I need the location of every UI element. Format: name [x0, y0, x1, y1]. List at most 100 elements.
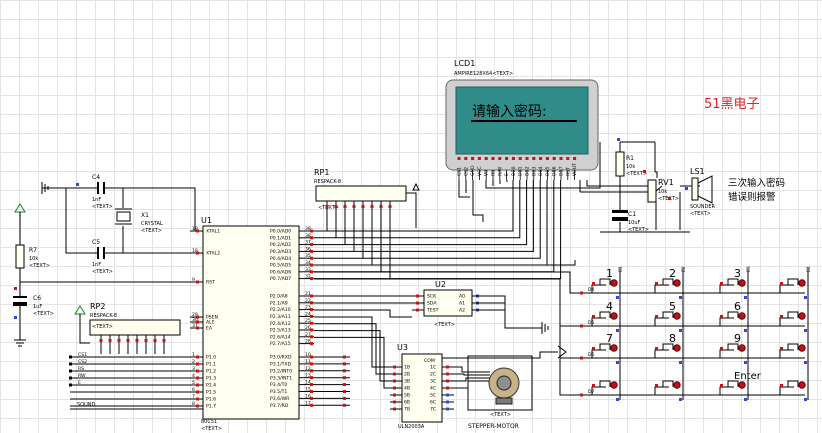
- brand-label: 51黑电子: [704, 97, 760, 112]
- u1-left-pin-name: P1.1: [206, 362, 216, 368]
- key-pin-marker: [679, 398, 682, 401]
- u3-pin-marker: [393, 365, 396, 369]
- key-label: Enter: [734, 371, 762, 382]
- u1-right-pin-name: P0.3/AD3: [270, 249, 291, 255]
- keypad-key[interactable]: Enter: [719, 371, 762, 401]
- u1-right-pin-name: P0.7/AD7: [270, 276, 291, 282]
- keypad-key[interactable]: 9: [719, 332, 747, 364]
- key-label: 5: [669, 300, 676, 313]
- keypad-key[interactable]: [779, 380, 807, 401]
- u1-left-pin-number: 6: [192, 387, 195, 393]
- u2-right-pin: A2: [459, 308, 465, 314]
- u1-pin-marker: [196, 369, 199, 373]
- lcd-pin-marker: [484, 157, 488, 160]
- u1-right-pin-name: P2.5/A13: [270, 328, 291, 334]
- keypad-key[interactable]: [654, 380, 682, 401]
- key-label: 8: [669, 332, 676, 345]
- key-pin-marker: [720, 384, 723, 387]
- rp1-pin-marker: [325, 205, 329, 208]
- rp1-pin-marker: [343, 205, 347, 208]
- u1-right-pin-name: P3.3/INT1: [270, 375, 292, 381]
- lcd-pin-label: GND: [470, 165, 476, 176]
- c1-plate-b: [612, 217, 628, 221]
- keypad-key[interactable]: [591, 380, 619, 401]
- lcd-pin-marker: [464, 157, 468, 160]
- keypad-key[interactable]: 7: [591, 332, 619, 364]
- key-pin-marker: [616, 398, 619, 401]
- bus-wire: [559, 326, 580, 396]
- keypad-row-marker: [580, 291, 583, 295]
- u3-in-pin: 6B: [404, 400, 410, 406]
- u1-pin-marker: [310, 376, 313, 380]
- u1-part: 80C51: [201, 419, 217, 425]
- u1-left-pin-name: XTAL2: [206, 251, 220, 257]
- keypad-key[interactable]: [779, 278, 807, 299]
- rp2-pin-marker: [126, 339, 130, 342]
- key-pin-marker: [679, 296, 682, 299]
- u1-left-pin-name: P1.5: [206, 390, 216, 396]
- keypad-key[interactable]: 3: [719, 267, 747, 299]
- motor-wire: [454, 366, 490, 373]
- keypad-key[interactable]: 6: [719, 300, 747, 332]
- keypad-row-label: D6: [588, 352, 595, 358]
- rv1-body: [647, 179, 657, 203]
- keypad-col-label: E1: [618, 266, 624, 272]
- c5-ref: C5: [92, 239, 100, 246]
- key-switch-lever: [719, 278, 739, 293]
- lcd-module[interactable]: LCD1 AMPIRE128X64<TEXT> 请输入密码: CS1 CS2 GND…: [445, 59, 599, 180]
- c6-plate-a: [13, 296, 27, 298]
- u3-out-pin: 7C: [430, 407, 436, 413]
- key-label: 9: [734, 332, 741, 345]
- lcd-pin-marker: [545, 157, 549, 160]
- r7-text: <TEXT>: [29, 263, 50, 269]
- key-pin-marker: [744, 296, 747, 299]
- keypad-key[interactable]: [779, 343, 807, 364]
- u1-right-pin-name: P3.1/TXD: [270, 362, 292, 368]
- note-line-1: 三次输入密码: [728, 177, 785, 189]
- key-pin-marker: [804, 296, 807, 299]
- u3-pin-marker: [393, 386, 396, 390]
- u2-chip[interactable]: U2 SCKSDATEST A0A1A2 <TEXT>: [412, 280, 549, 334]
- key-pin-marker: [744, 329, 747, 332]
- keypad-key[interactable]: 8: [654, 332, 682, 364]
- motor-label: STEPPER-MOTOR: [468, 423, 519, 430]
- key-pin-marker: [592, 384, 595, 387]
- rp2-pin-marker: [153, 339, 157, 342]
- u1-pin-marker: [196, 390, 199, 394]
- u1-left-pin-name: P1.4: [206, 383, 216, 389]
- rp2-value: RESPACK-8: [90, 313, 117, 319]
- key-pin-marker: [616, 329, 619, 332]
- u3-out-pin: 4C: [430, 386, 436, 392]
- key-pin-marker: [780, 384, 783, 387]
- u1-pin-marker: [196, 251, 199, 255]
- mcu-u1[interactable]: U1 19XTAL118XTAL29RST29PSEN30ALE31EA1P1.…: [190, 216, 314, 432]
- key-switch-lever: [591, 311, 611, 326]
- u1-pin-marker: [310, 390, 313, 393]
- u3-in-pin: 2B: [404, 372, 410, 378]
- keypad-matrix[interactable]: D4 D5 D6 D7 E1 E2 E3 E4 1 2 3 4 5 6 7 8 9 Enter: [580, 266, 812, 401]
- u1-left-pin-name: RST: [206, 280, 215, 286]
- c6-ref: C6: [33, 295, 41, 302]
- c1-value: 10uF: [628, 220, 641, 226]
- key-label: 1: [606, 267, 613, 280]
- u3-pin-marker: [446, 372, 449, 376]
- lcd-pin-marker: [457, 157, 461, 160]
- u3-pin-marker: [446, 379, 449, 383]
- key-switch-cap: [738, 381, 746, 389]
- keypad-row-label: D4: [588, 287, 595, 293]
- keypad-key[interactable]: 1: [591, 267, 619, 299]
- lcd-pin-marker: [471, 157, 475, 160]
- rp1-pin-marker: [379, 205, 383, 208]
- u3-in-pin: 5B: [404, 393, 410, 399]
- u2-left-pin: TEST: [426, 308, 439, 314]
- keypad-row-label: D7: [588, 389, 595, 395]
- key-pin-marker: [655, 282, 658, 285]
- keypad-key[interactable]: [779, 311, 807, 332]
- ls1-ref: LS1: [690, 167, 705, 176]
- u1-pin-marker: [310, 328, 313, 332]
- key-pin-marker: [616, 361, 619, 364]
- keypad-key[interactable]: 2: [654, 267, 682, 299]
- u3-pin-marker: [446, 393, 449, 397]
- keypad-key[interactable]: 4: [591, 300, 619, 332]
- keypad-key[interactable]: 5: [654, 300, 682, 332]
